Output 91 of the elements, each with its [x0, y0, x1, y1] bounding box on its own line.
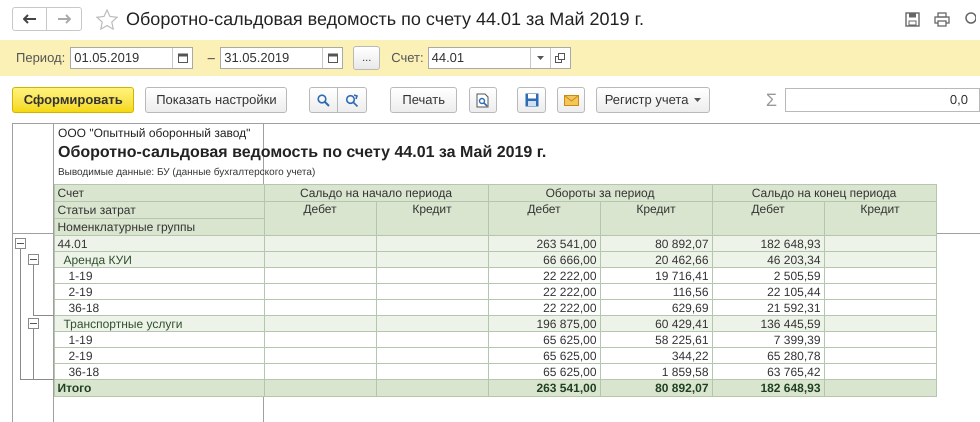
column-header: Кредит	[376, 202, 488, 236]
email-button[interactable]	[556, 87, 586, 113]
column-group-header: Обороты за период	[488, 184, 712, 202]
amount-cell: 182 648,93	[712, 236, 824, 252]
amount-cell: 116,56	[600, 284, 712, 300]
column-header: Дебет	[712, 202, 824, 236]
dropdown-icon[interactable]	[536, 56, 544, 60]
register-menu-button[interactable]: Регистр учета	[596, 87, 710, 113]
generate-button[interactable]: Сформировать	[12, 87, 134, 113]
amount-cell: 2 505,59	[712, 268, 824, 284]
column-header: Счет	[54, 184, 264, 202]
sum-field: 0,0	[785, 88, 980, 112]
envelope-icon	[564, 94, 579, 106]
report-title: Оборотно-сальдовая ведомость по счету 44.01 за Май 2019 г.	[58, 143, 548, 163]
amount-cell: 58 225,61	[600, 332, 712, 348]
range-separator: –	[206, 49, 216, 68]
period-label: Период:	[16, 49, 66, 68]
total-amount: 263 541,00	[488, 380, 600, 396]
column-header: Кредит	[824, 202, 936, 236]
amount-cell: 7 399,39	[712, 332, 824, 348]
amount-cell: 22 222,00	[488, 284, 600, 300]
account-label: Счет:	[391, 49, 424, 68]
amount-cell: 22 222,00	[488, 300, 600, 316]
amount-cell: 60 429,41	[600, 316, 712, 332]
period-select-button[interactable]: ...	[353, 46, 380, 70]
calendar-icon[interactable]	[328, 53, 338, 63]
amount-cell: 65 625,00	[488, 348, 600, 364]
date-field[interactable]: 31.05.2019	[220, 47, 344, 69]
collapse-toggle[interactable]	[15, 238, 26, 248]
row-label: 2-19	[54, 348, 264, 364]
column-header: Дебет	[488, 202, 600, 236]
caret-icon	[694, 98, 702, 102]
amount-cell: 1 859,58	[600, 364, 712, 380]
amount-cell: 21 592,31	[712, 300, 824, 316]
row-label: 2-19	[54, 284, 264, 300]
search-next-button[interactable]	[338, 87, 368, 113]
print-button[interactable]: Печать	[390, 87, 457, 113]
column-header: Кредит	[600, 202, 712, 236]
amount-cell: 66 666,00	[488, 252, 600, 268]
preview-button[interactable]	[469, 87, 498, 113]
organization-name: ООО "Опытный оборонный завод"	[58, 126, 252, 140]
date-field[interactable]: 01.05.2019	[70, 47, 194, 69]
column-group-header: Сальдо на конец периода	[712, 184, 936, 202]
row-label: Транспортные услуги	[54, 316, 264, 332]
save-icon	[524, 93, 539, 107]
collapse-toggle[interactable]	[28, 318, 39, 328]
printer-icon[interactable]	[934, 12, 950, 26]
report-subtitle: Выводимые данные: БУ (данные бухгалтерского учета)	[58, 166, 316, 180]
amount-cell: 20 462,66	[600, 252, 712, 268]
amount-cell: 46 203,34	[712, 252, 824, 268]
save-button[interactable]	[517, 87, 546, 113]
open-icon[interactable]	[555, 53, 566, 63]
amount-cell: 65 280,78	[712, 348, 824, 364]
search-button[interactable]	[309, 87, 338, 113]
amount-cell: 629,69	[600, 300, 712, 316]
amount-cell: 136 445,59	[712, 316, 824, 332]
column-header: Номенклатурные группы	[54, 218, 264, 236]
sum-sign: Σ	[766, 88, 777, 112]
row-label: 36-18	[54, 300, 264, 316]
search-refresh-icon	[345, 94, 360, 106]
amount-cell: 263 541,00	[488, 236, 600, 252]
right-arrow-icon	[57, 14, 71, 24]
account-field[interactable]: 44.01	[428, 47, 571, 69]
column-header: Дебет	[264, 202, 376, 236]
save-icon[interactable]	[905, 12, 920, 26]
row-label: 1-19	[54, 332, 264, 348]
amount-cell: 344,22	[600, 348, 712, 364]
amount-cell: 19 716,41	[600, 268, 712, 284]
collapse-toggle[interactable]	[28, 254, 39, 264]
amount-cell: 196 875,00	[488, 316, 600, 332]
document-search-icon	[476, 92, 490, 108]
row-label: 1-19	[54, 268, 264, 284]
row-label: Аренда КУИ	[54, 252, 264, 268]
calendar-icon[interactable]	[178, 53, 188, 63]
show-settings-button[interactable]: Показать настройки	[145, 87, 288, 113]
total-amount: 80 892,07	[600, 380, 712, 396]
total-label: Итого	[54, 380, 264, 396]
column-group-header: Сальдо на начало периода	[264, 184, 488, 202]
amount-cell: 65 625,00	[488, 332, 600, 348]
column-header: Статьи затрат	[54, 202, 264, 218]
amount-cell: 63 765,42	[712, 364, 824, 380]
row-label: 44.01	[54, 236, 264, 252]
amount-cell: 65 625,00	[488, 364, 600, 380]
star-icon[interactable]	[96, 8, 118, 30]
amount-cell: 22 105,44	[712, 284, 824, 300]
left-arrow-icon	[22, 14, 36, 24]
total-amount: 182 648,93	[712, 380, 824, 396]
row-label: 36-18	[54, 364, 264, 380]
amount-cell: 22 222,00	[488, 268, 600, 284]
amount-cell: 80 892,07	[600, 236, 712, 252]
window-title: Оборотно-сальдовая ведомость по счету 44.01 за Май 2019 г.	[126, 8, 644, 31]
